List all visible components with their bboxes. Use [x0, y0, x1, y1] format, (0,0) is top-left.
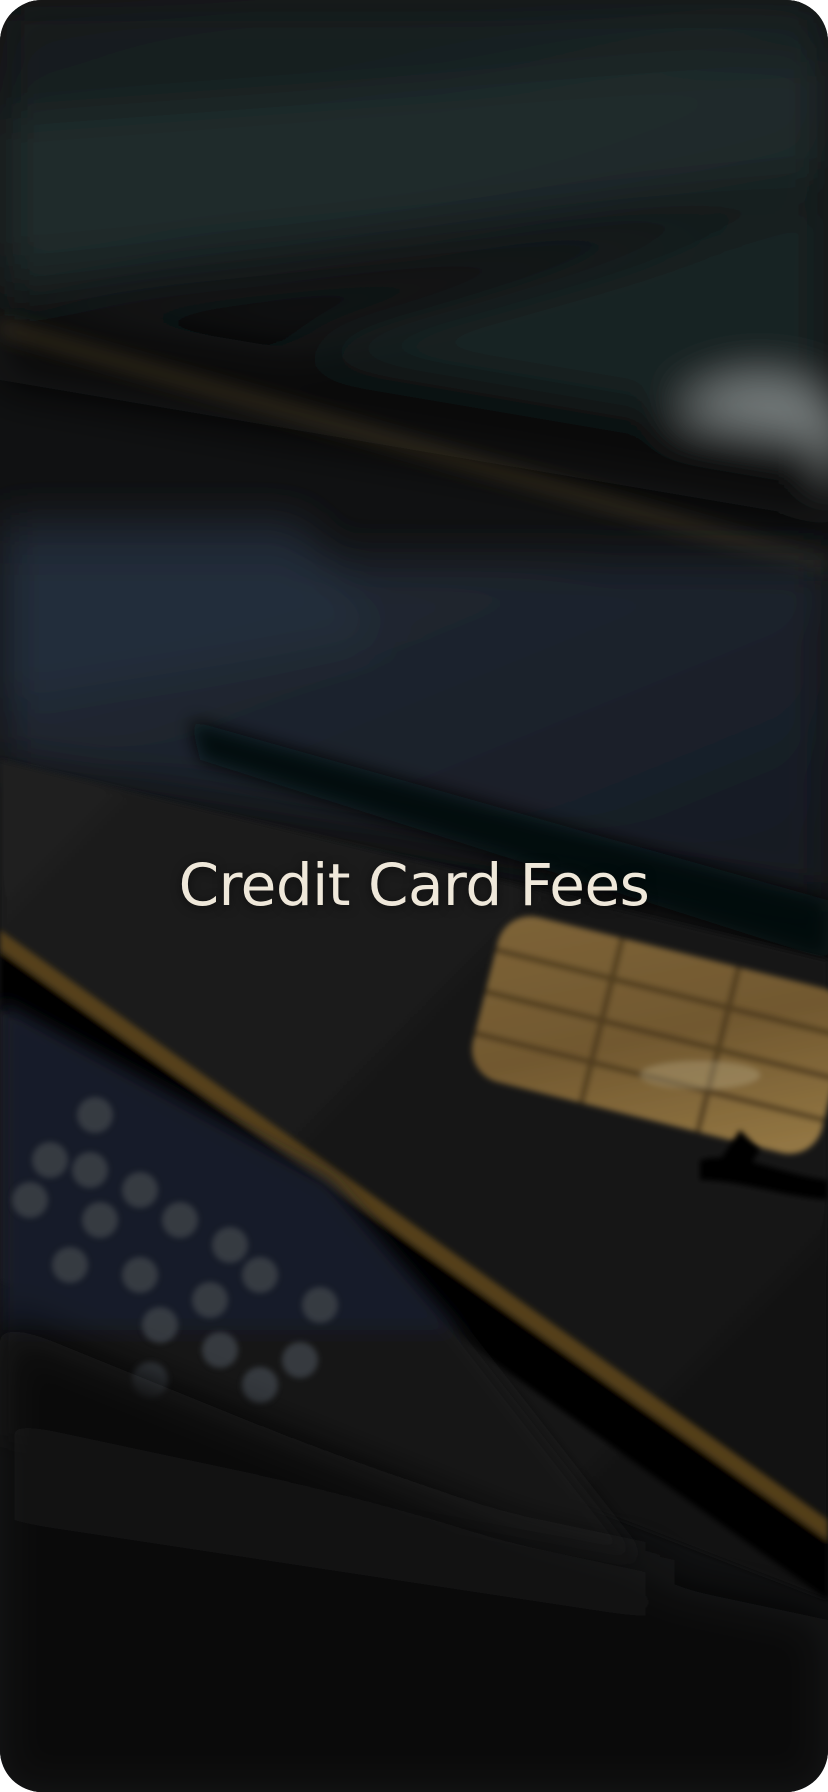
app-title: Credit Card Fees	[178, 851, 650, 919]
splash-screen: Credit Card Fees	[0, 0, 828, 1792]
